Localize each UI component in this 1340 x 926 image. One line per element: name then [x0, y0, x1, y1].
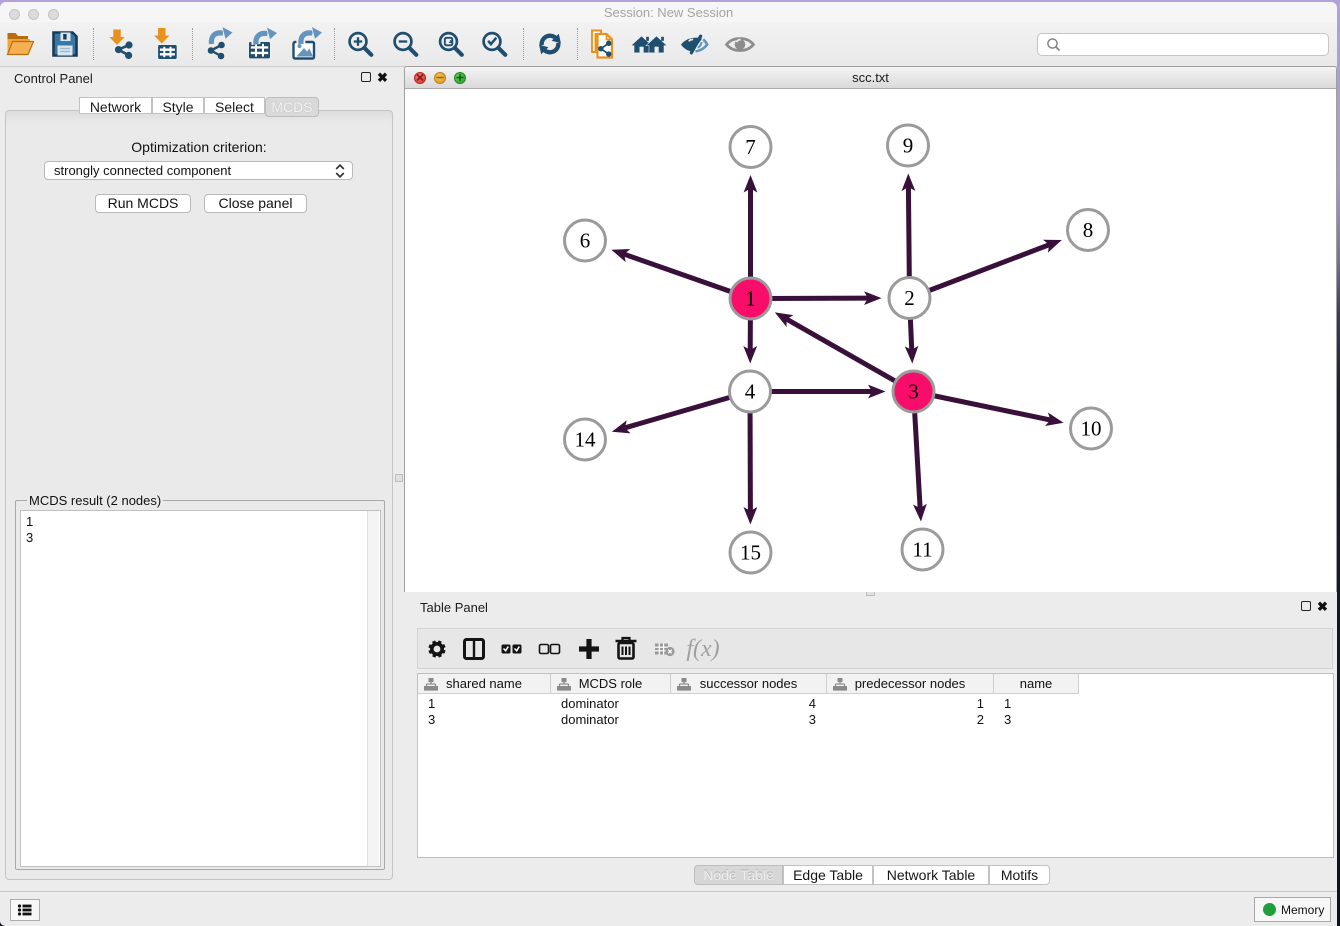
svg-text:14: 14	[575, 428, 597, 452]
svg-text:15: 15	[740, 541, 761, 565]
svg-text:6: 6	[580, 229, 591, 253]
svg-text:3: 3	[908, 380, 919, 404]
svg-text:9: 9	[903, 134, 914, 158]
svg-text:11: 11	[912, 538, 932, 562]
svg-text:7: 7	[745, 135, 756, 159]
svg-text:10: 10	[1081, 417, 1102, 441]
svg-text:1: 1	[745, 287, 756, 311]
svg-text:f(x): f(x)	[686, 636, 719, 662]
svg-text:2: 2	[904, 286, 915, 310]
svg-text:8: 8	[1083, 218, 1094, 242]
svg-text:4: 4	[745, 380, 756, 404]
